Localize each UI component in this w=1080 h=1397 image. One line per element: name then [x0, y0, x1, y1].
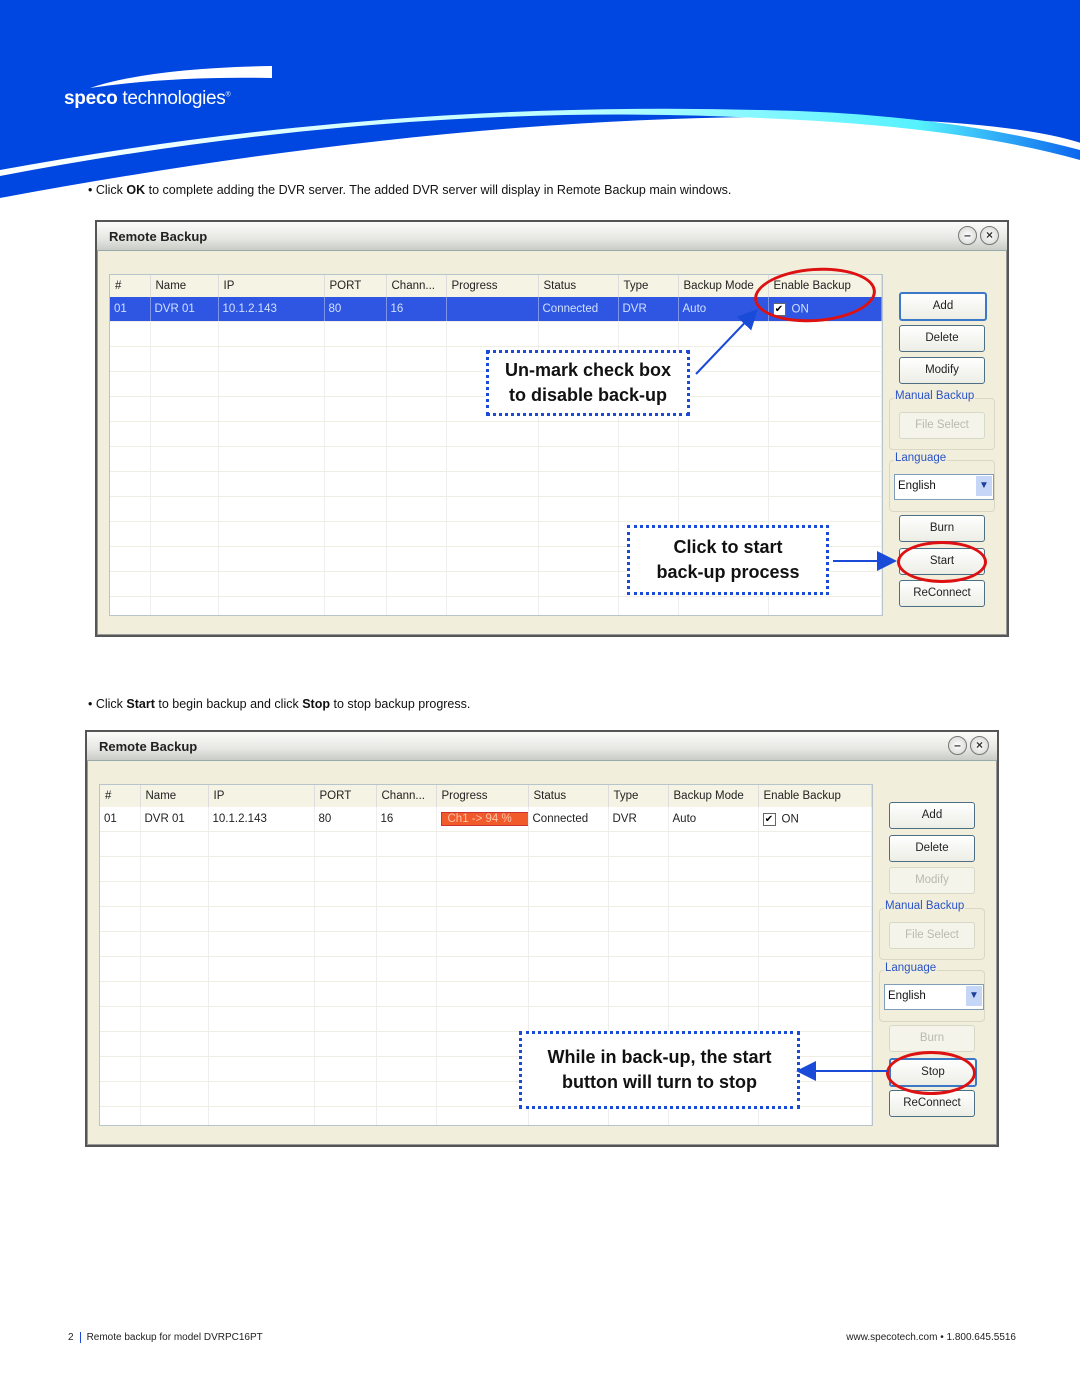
annotation-arrows: [695, 309, 897, 1081]
page-number: 2: [68, 1332, 81, 1343]
footer-contact: www.specotech.com • 1.800.645.5516: [846, 1332, 1016, 1343]
doc-title: Remote backup for model DVRPC16PT: [86, 1332, 263, 1343]
arrow-to-checkbox: [695, 309, 758, 375]
footer-left: 2 Remote backup for model DVRPC16PT: [68, 1332, 263, 1343]
